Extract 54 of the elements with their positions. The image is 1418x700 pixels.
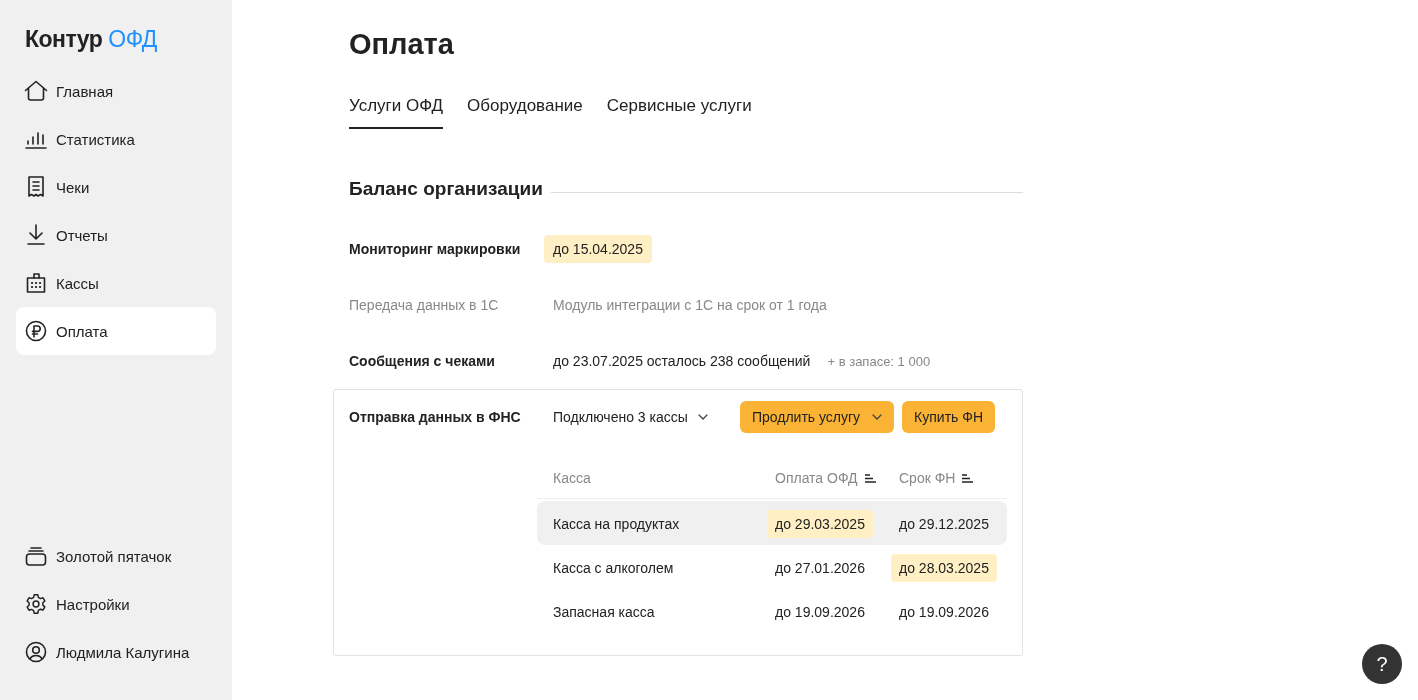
date-badge: до 15.04.2025: [544, 235, 652, 263]
table-row[interactable]: Запасная касса до 19.09.2026 до 19.09.2026: [537, 589, 1007, 633]
column-header[interactable]: Срок ФН: [899, 470, 974, 486]
table-cell-text: до 19.09.2026: [774, 602, 866, 622]
table-cell-text: Касса на продуктах: [552, 514, 681, 534]
service-value: Модуль интеграции с 1С на срок от 1 года: [552, 296, 828, 315]
help-button[interactable]: ?: [1362, 644, 1402, 684]
download-icon: [24, 224, 48, 246]
coin-stack-icon: [24, 546, 48, 566]
service-name: Передача данных в 1С: [349, 297, 500, 313]
user-icon: [24, 641, 48, 663]
table-cell-text: до 27.01.2026: [774, 558, 866, 578]
dropdown[interactable]: Подключено 3 кассы: [553, 409, 708, 425]
tab[interactable]: Услуги ОФД: [349, 90, 444, 129]
table-cell-text: Касса с алкоголем: [552, 558, 675, 578]
page-title: Оплата: [349, 27, 455, 62]
table-row[interactable]: Касса на продуктах до 29.03.2025 до 29.12.2025: [537, 501, 1007, 545]
nav-item[interactable]: Людмила Калугина: [16, 628, 216, 676]
nav-item[interactable]: Настройки: [16, 580, 216, 628]
reserve-note: + в запасе: 1 000: [827, 353, 931, 369]
table-row[interactable]: Касса с алкоголем до 27.01.2026 до 28.03.2025: [537, 545, 1007, 589]
table-cell-text: Запасная касса: [552, 602, 656, 622]
date-badge: до 29.03.2025: [767, 509, 873, 538]
ruble-icon: [24, 320, 48, 342]
settings-icon: [24, 593, 48, 615]
sort-icon: [962, 473, 974, 483]
tab[interactable]: Оборудование: [467, 90, 583, 129]
nav-item[interactable]: Отчеты: [16, 211, 216, 259]
nav-item[interactable]: Чеки: [16, 163, 216, 211]
nav-item[interactable]: Статистика: [16, 115, 216, 163]
service-name: Мониторинг маркировки: [349, 241, 522, 257]
nav-item[interactable]: Кассы: [16, 259, 216, 307]
logo[interactable]: Контур ОФД: [16, 24, 157, 54]
tab[interactable]: Сервисные услуги: [606, 90, 752, 129]
bar-chart-icon: [24, 129, 48, 149]
service-name: Отправка данных в ФНС: [349, 409, 522, 425]
column-header[interactable]: Касса: [553, 470, 591, 486]
nav-item[interactable]: Золотой пятачок: [16, 532, 216, 580]
section-heading: Баланс организации: [349, 177, 543, 201]
date-badge: до 28.03.2025: [891, 553, 997, 582]
table-cell-text: до 29.12.2025: [898, 514, 990, 534]
column-header[interactable]: Оплата ОФД: [775, 470, 876, 486]
sort-icon: [864, 473, 876, 483]
action-button[interactable]: Продлить услугу: [739, 401, 895, 433]
action-button[interactable]: Купить ФН: [902, 401, 995, 433]
table-cell-text: до 19.09.2026: [898, 602, 990, 622]
service-value: до 23.07.2025 осталось 238 сообщений: [552, 352, 812, 371]
cash-register-icon: [24, 272, 48, 294]
chevron-icon: [872, 414, 883, 420]
nav-item[interactable]: Оплата: [16, 307, 216, 355]
home-icon: [24, 80, 48, 102]
service-name: Сообщения с чеками: [349, 353, 496, 369]
nav-item[interactable]: Главная: [16, 67, 216, 115]
chevron-icon: [697, 414, 708, 420]
